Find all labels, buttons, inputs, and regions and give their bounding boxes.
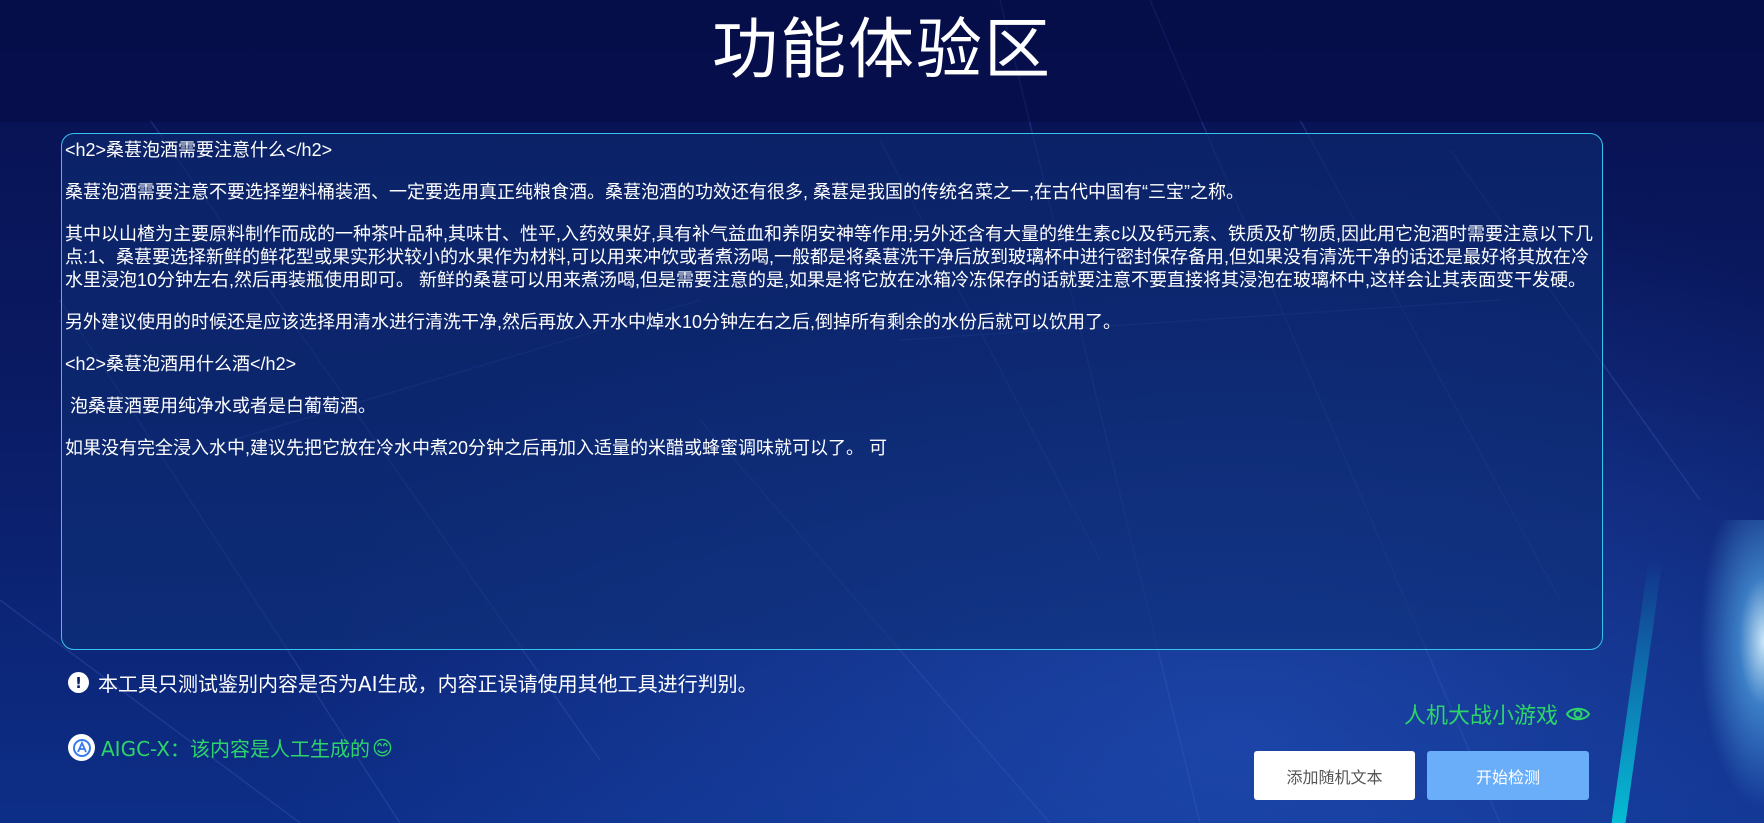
- eye-icon: [1566, 705, 1590, 723]
- game-link-label: 人机大战小游戏: [1403, 704, 1558, 729]
- exclamation-icon: !: [68, 672, 89, 693]
- page-title: 功能体验区: [712, 11, 1052, 88]
- game-link[interactable]: 人机大战小游戏: [1404, 698, 1590, 730]
- result-text: AIGC-X：该内容是人工生成的: [101, 737, 370, 761]
- text-paragraph: 泡桑葚酒要用纯净水或者是白葡萄酒。: [65, 396, 377, 416]
- text-paragraph: <h2>桑葚泡酒需要注意什么</h2>: [65, 140, 333, 160]
- smile-emoji-icon: 😊: [371, 735, 393, 760]
- add-random-text-button[interactable]: 添加随机文本: [1254, 751, 1415, 800]
- detection-result: AIGC-X：该内容是人工生成的 😊: [68, 733, 393, 762]
- text-paragraph: 另外建议使用的时候还是应该选择用清水进行清洗干净,然后再放入开水中焯水10分钟左…: [65, 312, 1122, 332]
- decorative-glow: [1694, 520, 1764, 823]
- start-detection-button[interactable]: 开始检测: [1427, 751, 1589, 800]
- text-paragraph: 其中以山楂为主要原料制作而成的一种茶叶品种,其味甘、性平,入药效果好,具有补气益…: [65, 224, 1593, 290]
- text-paragraph: 如果没有完全浸入水中,建议先把它放在冷水中煮20分钟之后再加入适量的米醋或蜂蜜调…: [65, 438, 888, 458]
- text-paragraph: <h2>桑葚泡酒用什么酒</h2>: [65, 354, 297, 374]
- text-paragraph: 桑葚泡酒需要注意不要选择塑料桶装酒、一定要选用真正纯粮食酒。桑葚泡酒的功效还有很…: [65, 182, 1244, 202]
- aigc-logo-icon: [68, 734, 95, 761]
- text-input-area[interactable]: <h2>桑葚泡酒需要注意什么</h2> 桑葚泡酒需要注意不要选择塑料桶装酒、一定…: [61, 133, 1603, 650]
- disclaimer-text: 本工具只测试鉴别内容是否为AI生成，内容正误请使用其他工具进行判别。: [98, 672, 758, 696]
- decorative-streak: [1611, 560, 1663, 823]
- disclaimer-notice: ! 本工具只测试鉴别内容是否为AI生成，内容正误请使用其他工具进行判别。: [68, 668, 758, 697]
